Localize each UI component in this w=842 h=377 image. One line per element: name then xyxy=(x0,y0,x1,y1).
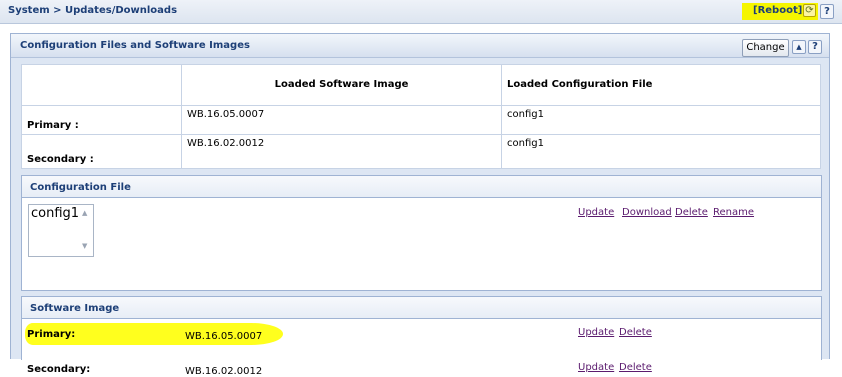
row-label: Primary : xyxy=(21,104,182,136)
rename-config-link[interactable]: Rename xyxy=(713,207,754,218)
section-title: Software Image xyxy=(22,297,821,319)
breadcrumb: System > Updates/Downloads xyxy=(8,5,178,16)
refresh-icon[interactable]: ⟳ xyxy=(803,4,816,17)
config-file-listbox[interactable]: config1 ▲ ▼ xyxy=(28,204,94,257)
collapse-icon[interactable]: ▲ xyxy=(792,40,806,54)
list-item[interactable]: config1 xyxy=(31,206,79,221)
top-bar: System > Updates/Downloads [Reboot] ⟳ ? xyxy=(0,0,842,24)
row-label: Secondary : xyxy=(21,134,182,169)
scroll-down-icon[interactable]: ▼ xyxy=(82,242,87,250)
update-config-link[interactable]: Update xyxy=(578,207,614,218)
update-secondary-link[interactable]: Update xyxy=(578,362,614,373)
table-row: Primary : WB.16.05.0007 config1 xyxy=(21,104,821,136)
loaded-image-cell: WB.16.05.0007 xyxy=(181,104,502,136)
download-config-link[interactable]: Download xyxy=(622,207,672,218)
panel-help-icon[interactable]: ? xyxy=(808,40,822,54)
primary-image-value: WB.16.05.0007 xyxy=(185,331,263,342)
table-header-cell: Loaded Configuration File xyxy=(501,64,821,106)
loaded-config-cell: config1 xyxy=(501,134,821,169)
delete-config-link[interactable]: Delete xyxy=(675,207,708,218)
secondary-image-label: Secondary: xyxy=(27,364,91,375)
secondary-image-value: WB.16.02.0012 xyxy=(185,366,263,377)
help-icon[interactable]: ? xyxy=(820,4,834,19)
table-header-cell xyxy=(21,64,182,106)
listbox-scrollbar[interactable]: ▲ ▼ xyxy=(79,205,93,256)
loaded-image-cell: WB.16.02.0012 xyxy=(181,134,502,169)
panel-title: Configuration Files and Software Images xyxy=(20,40,250,51)
software-image-section: Software Image Primary: WB.16.05.0007 Up… xyxy=(21,296,822,377)
delete-secondary-link[interactable]: Delete xyxy=(619,362,652,373)
table-header-row: Loaded Software Image Loaded Configurati… xyxy=(21,64,821,106)
primary-image-label: Primary: xyxy=(27,329,76,340)
table-row: Secondary : WB.16.02.0012 config1 xyxy=(21,134,821,169)
scroll-up-icon[interactable]: ▲ xyxy=(82,209,87,217)
table-header-cell: Loaded Software Image xyxy=(181,64,502,106)
delete-primary-link[interactable]: Delete xyxy=(619,327,652,338)
update-primary-link[interactable]: Update xyxy=(578,327,614,338)
loaded-files-table: Loaded Software Image Loaded Configurati… xyxy=(21,64,821,169)
loaded-config-cell: config1 xyxy=(501,104,821,136)
panel-header: Configuration Files and Software Images … xyxy=(11,34,829,58)
configuration-file-section: Configuration File config1 ▲ ▼ Update Do… xyxy=(21,175,822,291)
config-files-panel: Configuration Files and Software Images … xyxy=(10,33,830,377)
change-button[interactable]: Change xyxy=(742,39,789,57)
section-title: Configuration File xyxy=(22,176,821,198)
